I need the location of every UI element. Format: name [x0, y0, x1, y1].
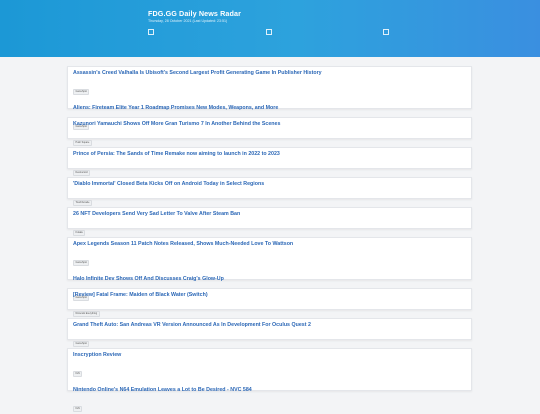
news-card: Assassin's Creed Valhalla Is Ubisoft's S… [67, 66, 472, 130]
news-card: Kazunori Yamauchi Shows Off More Gran Tu… [67, 117, 472, 146]
news-card: Grand Theft Auto: San Andreas VR Version… [67, 318, 472, 347]
source-badge: Nintendo Everything [73, 310, 100, 317]
source-badge: Kotaku [73, 229, 86, 236]
source-badge: TouchArcade [73, 199, 92, 206]
news-item: 26 NFT Developers Send Very Sad Letter T… [73, 208, 466, 238]
header: FDG.GG Daily News Radar Thursday, 28 Oct… [0, 0, 540, 57]
header-checkbox-1[interactable] [148, 29, 154, 35]
news-item: 'Diablo Immortal' Closed Beta Kicks Off … [73, 178, 466, 208]
source-badge: IGN [73, 370, 83, 377]
news-item: Grand Theft Auto: San Andreas VR Version… [73, 319, 466, 349]
news-item: Inscryption Review IGN [73, 349, 466, 379]
news-item: Nintendo Online's N64 Emulation Leaves a… [73, 379, 466, 414]
header-checkbox-3[interactable] [383, 29, 389, 35]
source-badge: GameSpot [73, 88, 90, 95]
last-updated-text: Thursday, 28 October 2021 (Last Updated:… [148, 19, 228, 23]
news-card: 'Diablo Immortal' Closed Beta Kicks Off … [67, 177, 472, 206]
brand: FDG.GG Daily News Radar Thursday, 28 Oct… [148, 9, 241, 23]
news-card: Inscryption Review IGN Nintendo Online's… [67, 348, 472, 412]
source-badge: Push Square [73, 139, 92, 146]
news-item: Assassin's Creed Valhalla Is Ubisoft's S… [73, 67, 466, 97]
news-item: Kazunori Yamauchi Shows Off More Gran Tu… [73, 118, 466, 148]
source-badge: Destructoid [73, 169, 91, 176]
news-item: [Review] Fatal Frame: Maiden of Black Wa… [73, 289, 466, 319]
news-card: [Review] Fatal Frame: Maiden of Black Wa… [67, 288, 472, 317]
news-feed: Assassin's Creed Valhalla Is Ubisoft's S… [67, 66, 472, 412]
source-badge: GameSpot [73, 340, 90, 347]
news-item: Apex Legends Season 11 Patch Notes Relea… [73, 238, 466, 268]
news-card: 26 NFT Developers Send Very Sad Letter T… [67, 207, 472, 236]
news-item: Prince of Persia: The Sands of Time Rema… [73, 148, 466, 178]
source-badge: IGN [73, 405, 83, 412]
site-title: FDG.GG Daily News Radar [148, 9, 241, 18]
header-checkbox-2[interactable] [266, 29, 272, 35]
news-card: Prince of Persia: The Sands of Time Rema… [67, 147, 472, 176]
news-card: Apex Legends Season 11 Patch Notes Relea… [67, 237, 472, 301]
source-badge: GameSpot [73, 259, 90, 266]
